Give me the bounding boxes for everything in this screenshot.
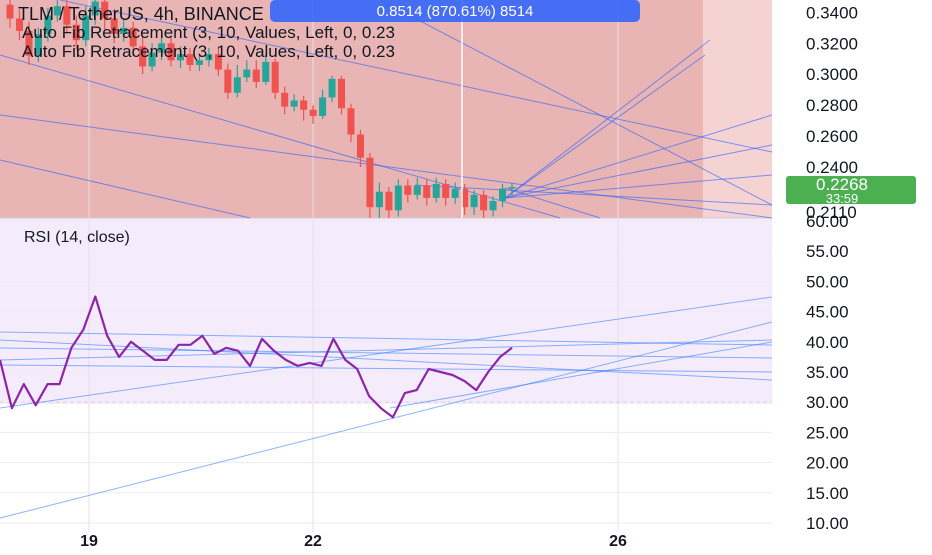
- rsi-tick-label: 40.00: [806, 333, 849, 352]
- candle-body: [480, 194, 488, 211]
- candle-body: [356, 134, 364, 158]
- candle-body: [281, 92, 289, 107]
- candle-body: [499, 188, 507, 201]
- candle-body: [328, 78, 336, 98]
- candle-body: [394, 185, 402, 211]
- price-tick-label: 0.3400: [806, 3, 858, 22]
- bar-countdown: 33:59: [826, 191, 859, 206]
- candle-body: [338, 78, 346, 109]
- rsi-tick-label: 15.00: [806, 484, 849, 503]
- rsi-tick-label: 50.00: [806, 272, 849, 291]
- symbol-interval: 4h: [154, 4, 174, 24]
- candle-body: [252, 69, 260, 82]
- indicator-label[interactable]: Auto Fib Retracement (3, 10, Values, Lef…: [22, 23, 395, 42]
- candle-body: [404, 185, 412, 195]
- candle-body: [300, 100, 308, 110]
- rsi-tick-label: 30.00: [806, 393, 849, 412]
- time-axis[interactable]: 19 22 26: [80, 533, 627, 550]
- candle-body: [375, 191, 383, 208]
- rsi-axis[interactable]: 60.00 55.00 50.00 45.00 40.00 35.00 30.00 25.00…: [806, 212, 849, 533]
- price-tick-label: 0.3000: [806, 65, 858, 84]
- candle-body: [262, 61, 270, 82]
- rsi-tick-label: 20.00: [806, 454, 849, 473]
- candle-body: [309, 109, 317, 116]
- rsi-tick-label: 10.00: [806, 514, 849, 533]
- candle-body: [243, 69, 251, 78]
- rsi-tick-label: 35.00: [806, 363, 849, 382]
- candle-body: [451, 188, 459, 198]
- candle-body: [319, 97, 327, 116]
- rsi-tick-label: 25.00: [806, 423, 849, 442]
- symbol-exchange: BINANCE: [184, 4, 264, 24]
- symbol-title[interactable]: TLM / TetherUS, 4h, BINANCE: [18, 4, 264, 24]
- candle-body: [271, 61, 279, 93]
- candle-body: [442, 183, 450, 198]
- candle-body: [347, 108, 355, 135]
- indicator-label[interactable]: Auto Fib Retracement (3, 10, Values, Lef…: [22, 42, 395, 61]
- candle-body: [508, 187, 516, 189]
- candle-body: [489, 200, 497, 211]
- price-range-tooltip: 0.8514 (870.61%) 8514: [270, 0, 640, 22]
- price-tick-label: 0.3200: [806, 34, 858, 53]
- trading-chart[interactable]: 0.3400 0.3200 0.3000 0.2800 0.2600 0.2400 0.21…: [0, 0, 932, 550]
- rsi-legend-label[interactable]: RSI (14, close): [24, 229, 130, 246]
- candle-body: [385, 191, 393, 211]
- candle-body: [423, 185, 431, 198]
- candle-body: [432, 183, 440, 198]
- price-tick-label: 0.2800: [806, 96, 858, 115]
- symbol-pair: TLM / TetherUS: [18, 4, 144, 24]
- tooltip-text: 0.8514 (870.61%) 8514: [377, 3, 534, 20]
- candle-body: [224, 69, 232, 93]
- rsi-tick-label: 55.00: [806, 242, 849, 261]
- current-price-badge: 0.2268 33:59: [786, 175, 916, 206]
- candle-body: [6, 4, 14, 19]
- price-tick-label: 0.2600: [806, 127, 858, 146]
- candle-body: [470, 194, 478, 208]
- candle-body: [413, 185, 421, 195]
- candle-body: [366, 157, 374, 208]
- rsi-tick-label: 45.00: [806, 303, 849, 322]
- rsi-tick-label: 60.00: [806, 212, 849, 231]
- time-tick-label: 22: [304, 533, 322, 550]
- time-tick-label: 26: [609, 533, 627, 550]
- candle-body: [290, 100, 298, 107]
- candle-body: [233, 77, 241, 93]
- time-tick-label: 19: [80, 533, 98, 550]
- chart-canvas[interactable]: 0.34000.32000.30000.28000.26000.24000.21…: [0, 0, 932, 550]
